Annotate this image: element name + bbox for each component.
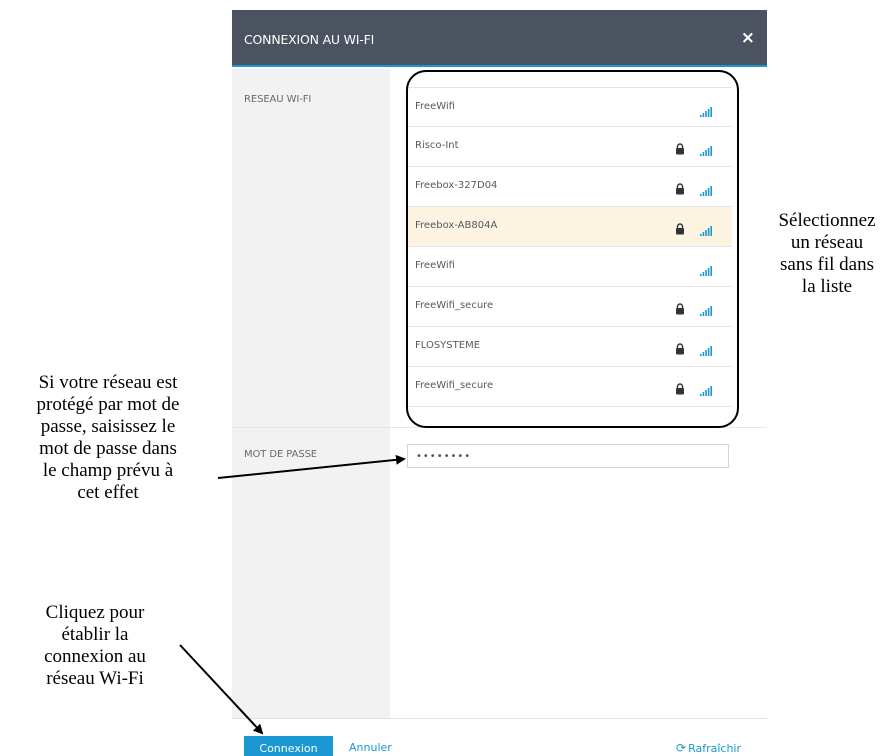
wifi-signal-icon — [700, 141, 712, 156]
annotation-line: Si votre réseau est — [38, 372, 178, 393]
annotation-line: le champ prévu à — [42, 460, 174, 481]
wifi-network-row[interactable]: Freebox-AB804A — [407, 207, 732, 247]
wifi-dialog: CONNEXION AU WI-FI × RESEAU WI-FI MOT DE… — [232, 10, 767, 756]
annotation-line: connexion au — [44, 646, 146, 667]
wifi-signal-icon — [700, 221, 712, 236]
annotation-line: mot de passe dans — [39, 438, 177, 459]
wifi-network-row[interactable]: FLOSYSTEME — [407, 327, 732, 367]
lock-icon — [675, 140, 685, 155]
wifi-signal-icon — [700, 181, 712, 196]
annotation-line: passe, saisissez le — [40, 416, 176, 437]
lock-icon — [675, 380, 685, 395]
wifi-network-row[interactable]: FreeWifi — [407, 247, 732, 287]
label-column — [232, 69, 390, 719]
section-divider — [232, 427, 767, 428]
cancel-button[interactable]: Annuler — [349, 741, 392, 754]
annotation-line: protégé par mot de — [36, 394, 180, 415]
wifi-network-name: Freebox-AB804A — [415, 220, 498, 231]
wifi-network-row[interactable]: FreeWifi — [407, 87, 732, 127]
connect-button[interactable]: Connexion — [244, 736, 333, 756]
wifi-signal-icon — [700, 381, 712, 396]
annotation-connect-hint: Cliquez pour établir la connexion au rés… — [10, 602, 180, 690]
annotation-line: sans fil dans — [780, 254, 874, 275]
annotation-line: cet effet — [77, 482, 139, 503]
wifi-network-name: FLOSYSTEME — [415, 340, 481, 351]
wifi-signal-icon — [700, 301, 712, 316]
lock-icon — [675, 340, 685, 355]
annotation-line: réseau Wi-Fi — [46, 668, 144, 689]
refresh-button[interactable]: ⟳ Rafraîchir — [676, 741, 741, 755]
annotation-password-hint: Si votre réseau est protégé par mot de p… — [2, 372, 214, 504]
dialog-title: CONNEXION AU WI-FI — [244, 32, 375, 47]
password-input[interactable] — [407, 444, 729, 468]
footer-divider — [232, 718, 767, 719]
annotation-select-network: Sélectionnez un réseau sans fil dans la … — [752, 210, 892, 298]
dialog-header: CONNEXION AU WI-FI × — [232, 10, 767, 67]
wifi-network-name: FreeWifi — [415, 260, 455, 271]
wifi-network-row[interactable]: FreeWifi_secure — [407, 287, 732, 327]
lock-icon — [675, 220, 685, 235]
annotation-line: Cliquez pour — [45, 602, 145, 623]
annotation-line: un réseau — [790, 232, 864, 253]
wifi-signal-icon — [700, 261, 712, 276]
close-icon[interactable]: × — [741, 28, 755, 48]
refresh-icon: ⟳ — [676, 741, 687, 755]
wifi-network-row[interactable]: Risco-Int — [407, 127, 732, 167]
wifi-network-name: Risco-Int — [415, 140, 459, 151]
wifi-signal-icon — [700, 341, 712, 356]
annotation-line: la liste — [801, 276, 853, 297]
wifi-network-name: FreeWifi_secure — [415, 300, 494, 311]
wifi-network-row[interactable]: FreeWifi_secure — [407, 367, 732, 407]
wifi-signal-icon — [700, 102, 712, 117]
lock-icon — [675, 180, 685, 195]
refresh-label: Rafraîchir — [688, 742, 741, 755]
wifi-network-name: Freebox-327D04 — [415, 180, 498, 191]
wifi-network-name: FreeWifi — [415, 101, 455, 112]
wifi-network-name: FreeWifi_secure — [415, 380, 494, 391]
wifi-network-label: RESEAU WI-FI — [244, 94, 312, 105]
annotation-line: établir la — [61, 624, 129, 645]
wifi-network-row[interactable]: Freebox-327D04 — [407, 167, 732, 207]
password-label: MOT DE PASSE — [244, 449, 318, 460]
annotation-line: Sélectionnez — [778, 210, 876, 231]
lock-icon — [675, 300, 685, 315]
wifi-network-list: FreeWifi Risco-Int Freebox-327D04 Freebox-A… — [407, 87, 732, 407]
